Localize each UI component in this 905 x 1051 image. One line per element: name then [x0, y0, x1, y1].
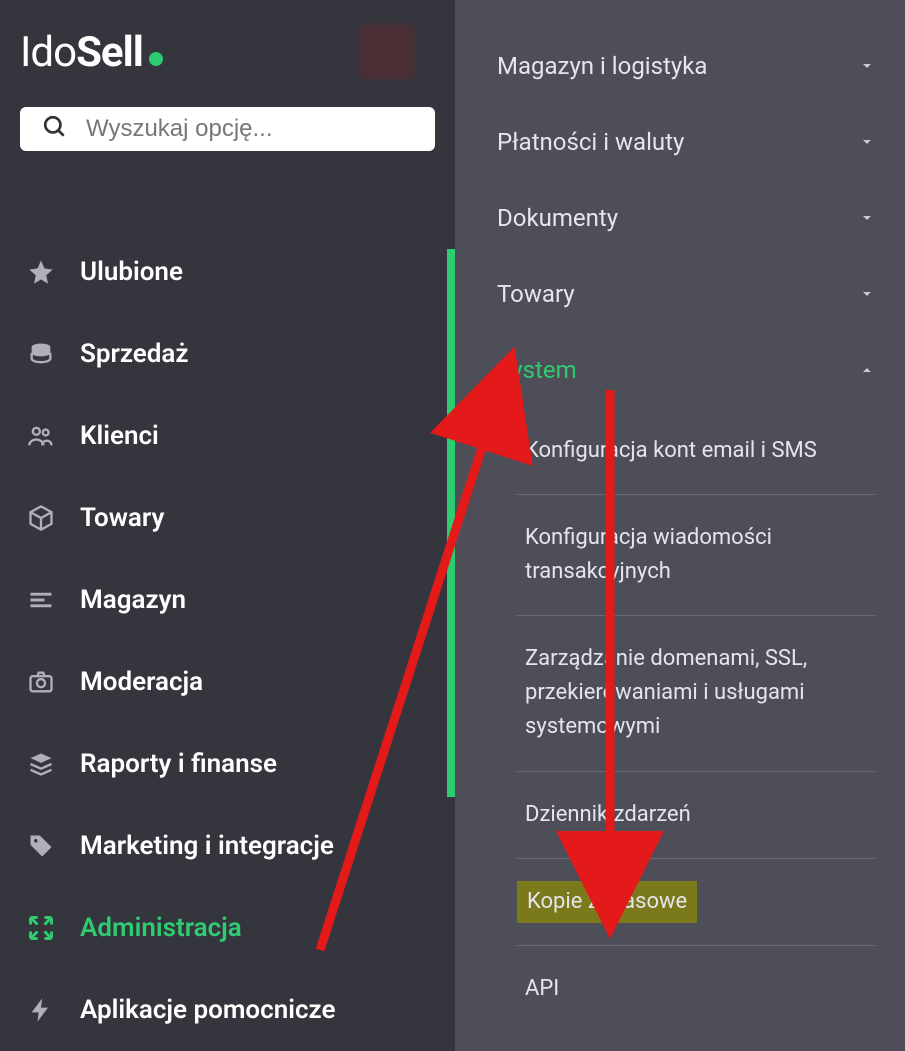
chevron-down-icon [859, 280, 875, 308]
nav-label: Sprzedaż [80, 339, 189, 369]
expand-icon [24, 911, 58, 945]
sub-item-email-sms[interactable]: Konfiguracja kont email i SMS [517, 408, 875, 495]
nav-administration[interactable]: Administracja [20, 887, 435, 969]
nav-moderation[interactable]: Moderacja [20, 641, 435, 723]
panel-label: Dokumenty [497, 204, 618, 232]
warehouse-icon [24, 583, 58, 617]
users-icon [24, 419, 58, 453]
system-sublist: Konfiguracja kont email i SMS Konfigurac… [455, 408, 905, 1032]
brand-part1: Ido [20, 28, 76, 77]
sub-item-backups[interactable]: Kopie zapasowe [517, 881, 697, 923]
nav-reports[interactable]: Raporty i finanse [20, 723, 435, 805]
panel-system[interactable]: System [455, 332, 905, 408]
nav-marketing[interactable]: Marketing i integracje [20, 805, 435, 887]
nav-sales[interactable]: Sprzedaż [20, 313, 435, 395]
nav-clients[interactable]: Klienci [20, 395, 435, 477]
nav-label: Raporty i finanse [80, 749, 277, 779]
nav-label: Klienci [80, 421, 159, 451]
nav-label: Moderacja [80, 667, 203, 697]
chevron-up-icon [859, 356, 875, 384]
panel-products[interactable]: Towary [455, 256, 905, 332]
nav-list: Ulubione Sprzedaż Klienci Towary Magazyn [20, 231, 435, 1051]
nav-label: Aplikacje pomocnicze [80, 995, 335, 1025]
panel-logistics[interactable]: Magazyn i logistyka [455, 28, 905, 104]
nav-label: Magazyn [80, 585, 186, 615]
coins-icon [24, 337, 58, 371]
chevron-down-icon [859, 52, 875, 80]
sub-item-api[interactable]: API [517, 946, 875, 1032]
active-indicator [447, 249, 455, 797]
brand-part2: Sell [76, 28, 143, 77]
panel-label: Płatności i waluty [497, 128, 684, 156]
panel-label: System [497, 356, 577, 384]
chevron-down-icon [859, 204, 875, 232]
chevron-down-icon [859, 128, 875, 156]
sub-item-domains[interactable]: Zarządzanie domenami, SSL, przekierowani… [517, 616, 875, 771]
tag-icon [24, 829, 58, 863]
brand-dot-icon [149, 52, 163, 66]
nav-label: Administracja [80, 913, 242, 943]
search-box[interactable] [20, 107, 435, 151]
nav-products[interactable]: Towary [20, 477, 435, 559]
panel-label: Towary [497, 280, 575, 308]
nav-warehouse[interactable]: Magazyn [20, 559, 435, 641]
nav-favorites[interactable]: Ulubione [20, 231, 435, 313]
panel-label: Magazyn i logistyka [497, 52, 707, 80]
star-icon [24, 255, 58, 289]
sub-item-transactional[interactable]: Konfiguracja wiadomości transakcyjnych [517, 495, 875, 616]
sub-item-events[interactable]: Dziennik zdarzeń [517, 772, 875, 859]
main-sidebar: IdoSell Ulubione Sprzedaż Klienci [0, 0, 455, 1051]
cube-icon [24, 501, 58, 535]
secondary-panel: Magazyn i logistyka Płatności i waluty D… [455, 0, 905, 1051]
nav-label: Marketing i integracje [80, 831, 334, 861]
bolt-icon [24, 993, 58, 1027]
search-input[interactable] [86, 115, 413, 143]
panel-payments[interactable]: Płatności i waluty [455, 104, 905, 180]
notification-badge[interactable] [360, 24, 415, 79]
layers-icon [24, 747, 58, 781]
panel-documents[interactable]: Dokumenty [455, 180, 905, 256]
camera-icon [24, 665, 58, 699]
search-icon [42, 114, 68, 144]
nav-apps[interactable]: Aplikacje pomocnicze [20, 969, 435, 1051]
nav-label: Towary [80, 503, 164, 533]
nav-label: Ulubione [80, 257, 183, 287]
